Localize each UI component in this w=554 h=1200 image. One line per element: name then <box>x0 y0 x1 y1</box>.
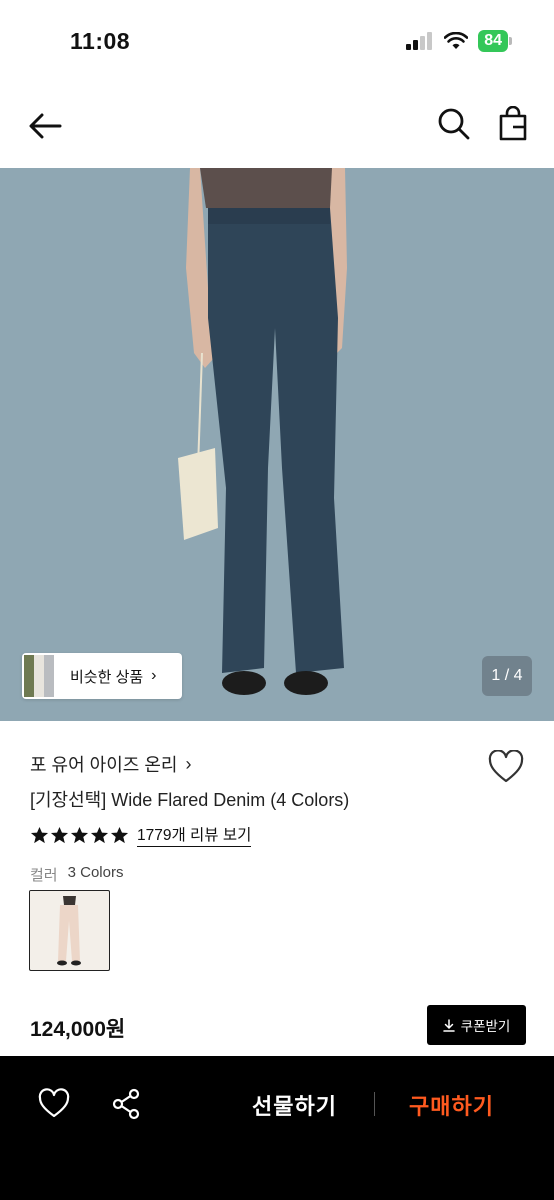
status-bar: 11:08 84 <box>0 0 554 84</box>
battery-indicator: 84 <box>478 30 512 52</box>
star-icon <box>70 826 89 843</box>
similar-products-thumbnail <box>24 655 54 697</box>
color-label: 컬러 <box>30 867 58 884</box>
heart-icon[interactable] <box>38 1088 70 1120</box>
shopping-bag-icon[interactable] <box>496 106 530 142</box>
color-option-swatch[interactable] <box>29 890 110 971</box>
download-icon <box>442 1018 455 1032</box>
status-indicators: 84 <box>406 30 512 52</box>
chevron-right-icon: › <box>151 667 157 684</box>
product-image-carousel[interactable]: 비슷한 상품 › 1 / 4 <box>0 168 554 721</box>
nav-bar <box>0 84 554 168</box>
cellular-signal-icon <box>406 32 433 50</box>
star-icon <box>30 826 49 843</box>
star-icon <box>110 826 129 843</box>
share-icon[interactable] <box>111 1088 141 1120</box>
buy-button[interactable]: 구매하기 <box>409 1089 494 1121</box>
wifi-icon <box>444 32 469 49</box>
color-row: 컬러 3 Colors <box>30 864 123 885</box>
gift-button[interactable]: 선물하기 <box>252 1089 337 1121</box>
color-option-thumbnail <box>30 891 108 969</box>
product-title: [기장선택] Wide Flared Denim (4 Colors) <box>30 790 350 810</box>
similar-products-label: 비슷한 상품 <box>70 668 144 686</box>
star-icon <box>90 826 109 843</box>
coupon-label: 쿠폰받기 <box>460 1019 511 1034</box>
brand-link[interactable]: 포 유어 아이즈 온리 › <box>30 751 191 777</box>
wishlist-heart-icon[interactable] <box>488 750 524 784</box>
search-icon[interactable] <box>436 106 472 142</box>
star-icon <box>50 826 69 843</box>
coupon-button[interactable]: 쿠폰받기 <box>427 1005 526 1045</box>
image-page-indicator: 1 / 4 <box>482 656 532 696</box>
color-count: 3 Colors <box>67 864 124 881</box>
review-link[interactable]: 1779개 리뷰 보기 <box>137 823 252 847</box>
divider <box>374 1092 375 1116</box>
product-photo <box>0 168 554 721</box>
price: 124,000원 <box>30 1018 126 1041</box>
bottom-action-bar: 선물하기 구매하기 <box>0 1056 554 1200</box>
similar-products-button[interactable]: 비슷한 상품 › <box>22 653 182 699</box>
status-time: 11:08 <box>70 28 131 54</box>
rating-stars <box>30 826 129 845</box>
rating-row: 1779개 리뷰 보기 <box>30 823 252 847</box>
back-arrow-icon[interactable] <box>26 108 66 144</box>
chevron-right-icon: › <box>185 753 192 774</box>
brand-name: 포 유어 아이즈 온리 <box>30 755 178 775</box>
